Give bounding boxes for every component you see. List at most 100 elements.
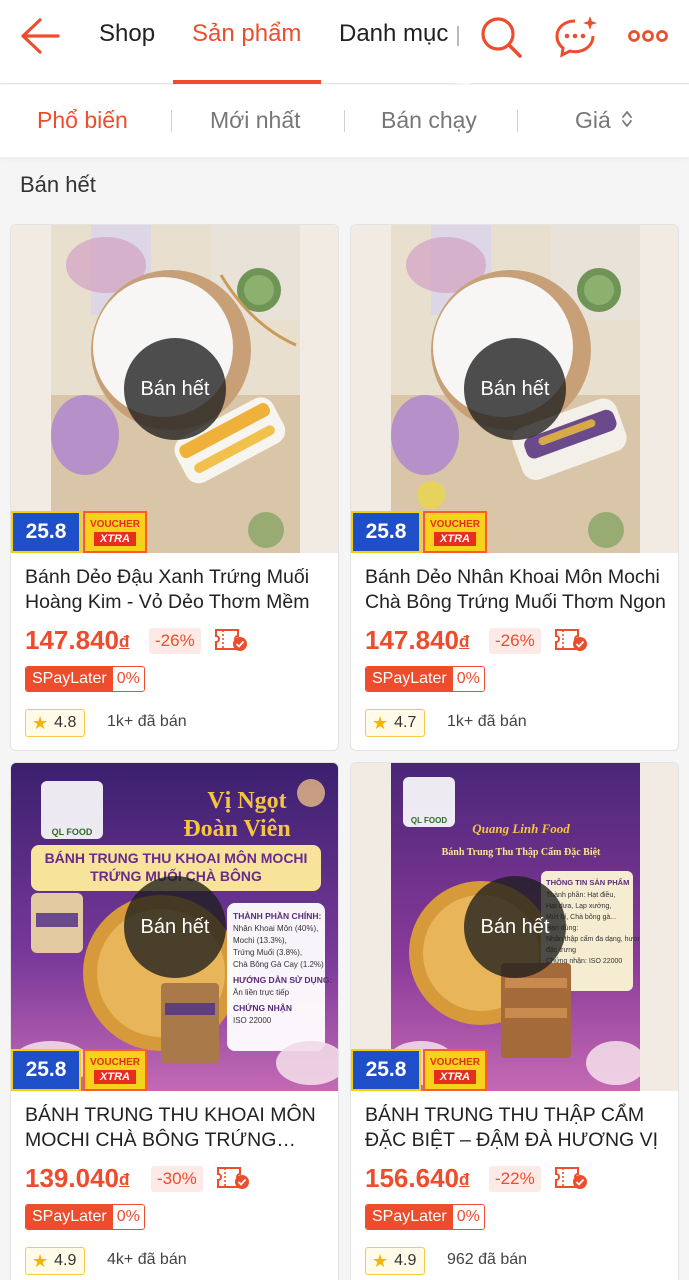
sold-out-overlay: Bán hết bbox=[464, 876, 566, 978]
sold-out-overlay: Bán hết bbox=[124, 876, 226, 978]
discount-badge: -30% bbox=[151, 1166, 203, 1192]
poster-info: Nhân Khoai Môn (40%), bbox=[233, 924, 318, 933]
sort-price[interactable]: Giá bbox=[575, 107, 633, 134]
xtra-label: XTRA bbox=[434, 1069, 476, 1084]
active-tab-indicator bbox=[173, 80, 321, 84]
sold-count: 1k+ đã bán bbox=[447, 713, 527, 730]
poster-headline: Đoàn Viên bbox=[183, 816, 290, 842]
star-icon: ★ bbox=[372, 1250, 389, 1271]
voucher-xtra-badge: VOUCHER XTRA bbox=[83, 511, 147, 553]
section-title: Bán hết bbox=[20, 172, 96, 197]
sort-divider bbox=[517, 110, 518, 132]
xtra-label: XTRA bbox=[434, 531, 476, 546]
back-arrow-icon[interactable] bbox=[18, 16, 62, 56]
sort-popular[interactable]: Phổ biến bbox=[37, 107, 128, 134]
discount-badge: -26% bbox=[489, 628, 541, 654]
product-image: QL FOOD Vị Ngọt Đoàn Viên BÁNH TRUNG THU… bbox=[11, 763, 338, 1091]
product-name: BÁNH TRUNG THU KHOAI MÔN MOCHI CHÀ BÔNG … bbox=[25, 1104, 316, 1151]
product-card[interactable]: Bán hết 25.8 VOUCHER XTRA Bánh Dẻo Đậu X… bbox=[10, 224, 339, 751]
price-currency: đ bbox=[458, 1170, 470, 1189]
voucher-xtra-badge: VOUCHER XTRA bbox=[423, 1049, 487, 1091]
price-currency: đ bbox=[118, 1170, 130, 1189]
price-value: 147.840 bbox=[365, 625, 459, 655]
rating-badge: ★ 4.7 bbox=[365, 709, 426, 737]
shipping-voucher-icon bbox=[554, 1165, 588, 1191]
spaylater-rate: 0% bbox=[112, 1205, 144, 1229]
tab-categories[interactable]: Danh mục bbox=[339, 20, 448, 48]
tab-products[interactable]: Sản phẩm bbox=[192, 20, 301, 48]
voucher-xtra-badge: VOUCHER XTRA bbox=[423, 511, 487, 553]
sort-price-label: Giá bbox=[575, 107, 611, 133]
product-image: Bán hết 25.8 VOUCHER XTRA bbox=[351, 225, 678, 553]
price-value: 139.040 bbox=[25, 1163, 119, 1193]
price-value: 147.840 bbox=[25, 625, 119, 655]
sort-divider bbox=[171, 110, 172, 132]
rating-badge: ★ 4.8 bbox=[25, 709, 86, 737]
voucher-label: VOUCHER bbox=[89, 518, 140, 530]
product-card[interactable]: QL FOOD Quang Linh Food Bánh Trung Thu T… bbox=[350, 762, 679, 1280]
sort-bar: Phổ biến Mới nhất Bán chạy Giá bbox=[0, 85, 689, 157]
rating-value: 4.9 bbox=[54, 1252, 77, 1269]
search-icon[interactable] bbox=[478, 14, 524, 65]
poster-info: Ăn liền trực tiếp bbox=[233, 988, 290, 997]
product-name: BÁNH TRUNG THU THẬP CẨM ĐẶC BIỆT – ĐẬM Đ… bbox=[365, 1104, 659, 1151]
event-badge: 25.8 bbox=[11, 1049, 81, 1091]
poster-info: HƯỚNG DẪN SỬ DỤNG: bbox=[233, 974, 332, 985]
poster-headline: Vị Ngọt bbox=[207, 788, 286, 814]
poster-info: THÀNH PHẦN CHÍNH: bbox=[233, 911, 321, 921]
sort-arrows-icon bbox=[622, 111, 633, 127]
spaylater-rate: 0% bbox=[452, 667, 484, 691]
more-options-icon[interactable] bbox=[627, 24, 669, 53]
product-image: Bán hết 25.8 VOUCHER XTRA bbox=[11, 225, 338, 553]
rating-value: 4.7 bbox=[394, 714, 417, 731]
spaylater-label: SPayLater bbox=[26, 667, 113, 691]
price-currency: đ bbox=[118, 632, 130, 651]
chat-icon[interactable] bbox=[553, 14, 599, 65]
voucher-label: VOUCHER bbox=[429, 1056, 480, 1068]
star-icon: ★ bbox=[32, 712, 49, 733]
poster-logo: QL FOOD bbox=[52, 827, 93, 837]
product-card[interactable]: QL FOOD Vị Ngọt Đoàn Viên BÁNH TRUNG THU… bbox=[10, 762, 339, 1280]
xtra-label: XTRA bbox=[94, 1069, 136, 1084]
event-badge: 25.8 bbox=[351, 511, 421, 553]
poster-info: Trứng Muối (3.8%), bbox=[233, 948, 302, 957]
poster-logo: QL FOOD bbox=[411, 816, 448, 825]
rating-badge: ★ 4.9 bbox=[25, 1247, 86, 1275]
product-price: 139.040đ bbox=[25, 1163, 129, 1194]
spaylater-rate: 0% bbox=[112, 667, 144, 691]
discount-badge: -26% bbox=[149, 628, 201, 654]
tab-shop[interactable]: Shop bbox=[99, 20, 155, 48]
poster-info: THÔNG TIN SẢN PHẨM bbox=[546, 878, 629, 887]
poster-info: Chà Bông Gà Cay (1.2%) bbox=[233, 960, 324, 969]
product-image: QL FOOD Quang Linh Food Bánh Trung Thu T… bbox=[351, 763, 678, 1091]
poster-banner: BÁNH TRUNG THU KHOAI MÔN MOCHI bbox=[45, 849, 308, 866]
tab-fade bbox=[452, 0, 470, 84]
sold-out-overlay: Bán hết bbox=[124, 338, 226, 440]
spaylater-rate: 0% bbox=[452, 1205, 484, 1229]
tab-strip: Shop Sản phẩm Danh mục bbox=[80, 0, 470, 84]
product-price: 147.840đ bbox=[25, 625, 129, 656]
poster-subtitle: Bánh Trung Thu Thập Cẩm Đặc Biệt bbox=[442, 847, 601, 858]
top-bar: Shop Sản phẩm Danh mục bbox=[0, 0, 689, 84]
rating-value: 4.8 bbox=[54, 714, 77, 731]
price-value: 156.640 bbox=[365, 1163, 459, 1193]
sort-best-selling[interactable]: Bán chạy bbox=[381, 107, 477, 134]
poster-brand: Quang Linh Food bbox=[472, 821, 570, 836]
event-badge: 25.8 bbox=[11, 511, 81, 553]
shipping-voucher-icon bbox=[216, 1165, 250, 1191]
shipping-voucher-icon bbox=[214, 627, 248, 653]
voucher-label: VOUCHER bbox=[429, 518, 480, 530]
product-card[interactable]: Bán hết 25.8 VOUCHER XTRA Bánh Dẻo Nhân … bbox=[350, 224, 679, 751]
rating-value: 4.9 bbox=[394, 1252, 417, 1269]
spaylater-badge: SPayLater 0% bbox=[25, 1204, 145, 1230]
spaylater-label: SPayLater bbox=[26, 1205, 113, 1229]
spaylater-badge: SPayLater 0% bbox=[25, 666, 145, 692]
spaylater-badge: SPayLater 0% bbox=[365, 666, 485, 692]
sort-newest[interactable]: Mới nhất bbox=[210, 107, 301, 134]
xtra-label: XTRA bbox=[94, 531, 136, 546]
star-icon: ★ bbox=[372, 712, 389, 733]
event-badge: 25.8 bbox=[351, 1049, 421, 1091]
spaylater-label: SPayLater bbox=[366, 667, 453, 691]
voucher-label: VOUCHER bbox=[89, 1056, 140, 1068]
sort-divider bbox=[344, 110, 345, 132]
